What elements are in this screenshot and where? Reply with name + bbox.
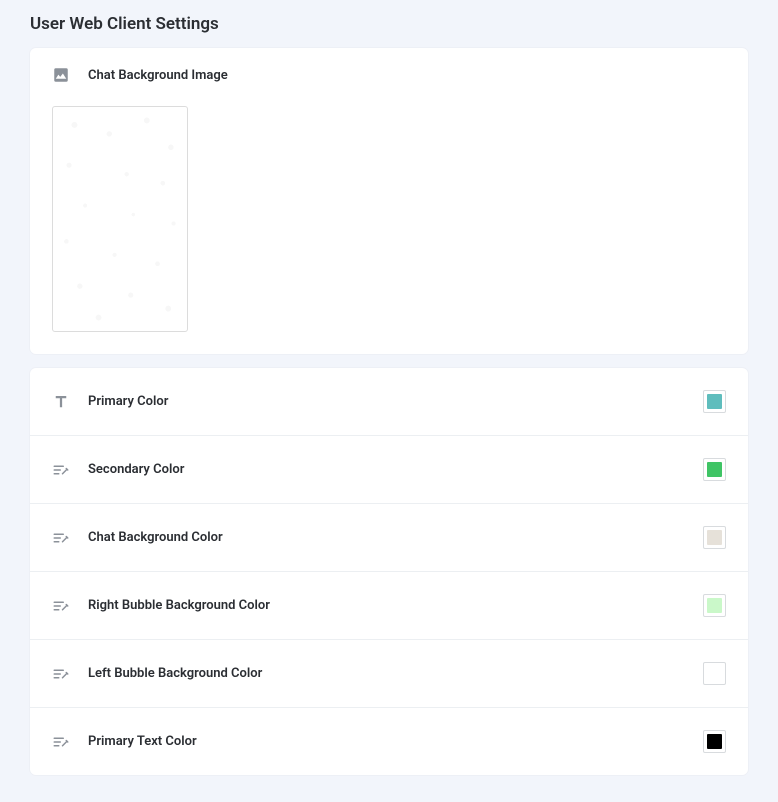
text-icon [52,393,70,411]
color-row-label: Right Bubble Background Color [88,598,270,613]
color-row-secondary-color: Secondary Color [30,436,748,504]
chat-background-image-card: Chat Background Image [30,48,748,354]
color-settings-card: Primary Color Secondary Color Chat Backgro… [30,368,748,775]
color-row-right-bubble-bg-color: Right Bubble Background Color [30,572,748,640]
color-row-label: Chat Background Color [88,530,223,545]
color-row-chat-background-color: Chat Background Color [30,504,748,572]
color-swatch-chat-background-color[interactable] [703,526,726,549]
color-swatch-left-bubble-bg-color[interactable] [703,662,726,685]
color-row-left: Right Bubble Background Color [52,597,270,615]
color-row-left: Secondary Color [52,461,184,479]
color-row-label: Secondary Color [88,462,184,477]
color-swatch-secondary-color[interactable] [703,458,726,481]
background-thumbnail[interactable] [52,106,188,332]
color-swatch-primary-text-color[interactable] [703,730,726,753]
color-row-label: Primary Text Color [88,734,197,749]
color-swatch-fill [707,734,722,749]
color-row-left: Left Bubble Background Color [52,665,262,683]
swatches-icon [52,529,70,547]
chat-background-image-header: Chat Background Image [30,48,748,98]
color-row-primary-text-color: Primary Text Color [30,708,748,775]
color-swatch-fill [707,666,722,681]
swatches-icon [52,461,70,479]
color-row-left: Primary Text Color [52,733,197,751]
color-swatch-fill [707,394,722,409]
color-swatch-fill [707,462,722,477]
background-thumbnail-container [30,98,748,354]
color-swatch-primary-color[interactable] [703,390,726,413]
color-row-left: Chat Background Color [52,529,223,547]
swatches-icon [52,665,70,683]
page-title: User Web Client Settings [0,0,778,48]
color-swatch-fill [707,530,722,545]
image-icon [52,66,70,84]
chat-background-image-label: Chat Background Image [88,68,228,83]
color-swatch-fill [707,598,722,613]
swatches-icon [52,597,70,615]
color-row-label: Left Bubble Background Color [88,666,262,681]
color-row-left-bubble-bg-color: Left Bubble Background Color [30,640,748,708]
color-row-left: Primary Color [52,393,168,411]
color-row-primary-color: Primary Color [30,368,748,436]
swatches-icon [52,733,70,751]
color-swatch-right-bubble-bg-color[interactable] [703,594,726,617]
color-row-label: Primary Color [88,394,168,409]
